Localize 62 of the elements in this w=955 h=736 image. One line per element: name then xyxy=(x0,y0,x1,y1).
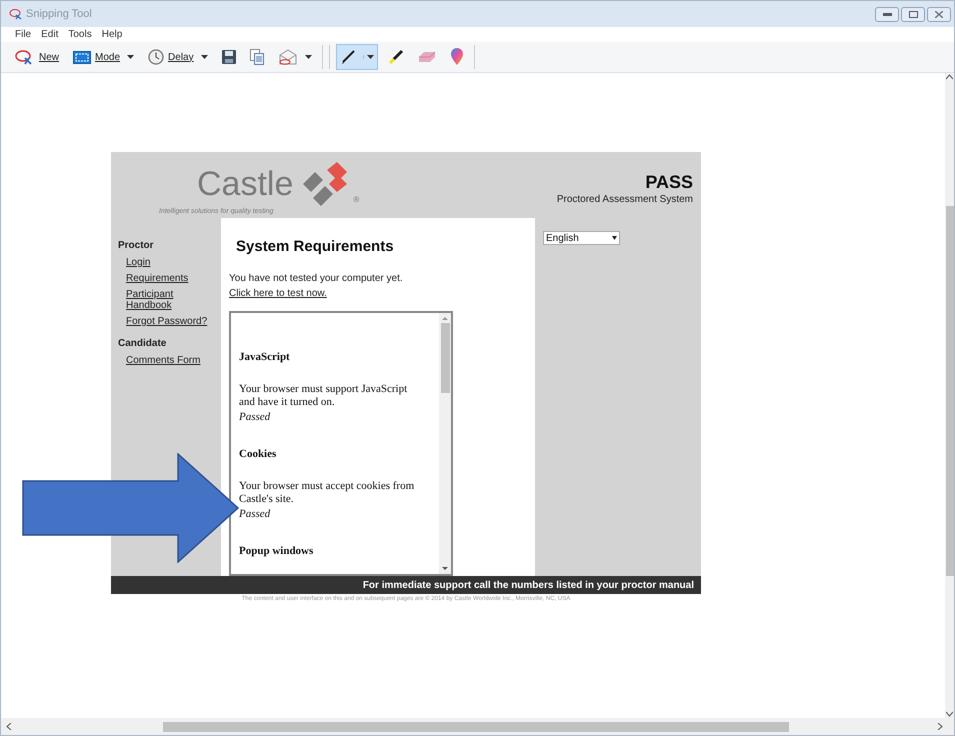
menu-item[interactable]: Tools xyxy=(68,27,92,42)
nav-heading: Proctor xyxy=(118,239,155,253)
page-title: System Requirements xyxy=(236,237,395,257)
logo-wordmark: Castle xyxy=(196,166,294,202)
toolbar-button[interactable]: New xyxy=(11,44,64,70)
scroll-thumb[interactable] xyxy=(440,322,450,392)
nav-heading: Candidate xyxy=(118,337,168,351)
pen-icon xyxy=(340,49,356,65)
caret-icon[interactable] xyxy=(200,55,208,59)
caret-icon[interactable] xyxy=(304,55,312,59)
nav-link[interactable]: Comments Form xyxy=(126,355,216,366)
menu-item[interactable]: Help xyxy=(102,27,122,42)
rectangle-icon xyxy=(73,50,92,64)
support-text: For immediate support call the numbers listed in your proctor manual xyxy=(362,578,694,592)
horizontal-scrollbar[interactable] xyxy=(1,718,954,735)
nav-link[interactable]: Participant Handbook xyxy=(126,289,216,311)
paint-drop-icon xyxy=(450,48,464,66)
scroll-thumb[interactable] xyxy=(946,206,954,576)
scissors-icon xyxy=(9,8,23,20)
maximize-button[interactable] xyxy=(901,6,925,22)
caret-icon[interactable] xyxy=(366,55,374,59)
requirement-result: Passed xyxy=(239,410,272,425)
requirement-text: Your browser must support JavaScript and have it turned on. xyxy=(239,383,408,409)
nav-link[interactable]: Login xyxy=(126,257,216,268)
eraser-icon xyxy=(418,51,436,63)
envelope-icon xyxy=(278,49,298,65)
product-name: PASS xyxy=(645,172,693,192)
menu-item[interactable]: File xyxy=(15,27,32,42)
scroll-down-icon[interactable] xyxy=(946,710,953,718)
caret-icon[interactable] xyxy=(127,55,134,59)
window-title: Snipping Tool xyxy=(26,6,92,22)
clock-icon xyxy=(148,49,164,65)
requirement-heading: Cookies xyxy=(239,446,278,462)
scroll-left-icon[interactable] xyxy=(5,723,13,730)
close-icon xyxy=(935,10,943,18)
minimize-icon xyxy=(882,12,892,16)
toolbar-button[interactable]: Delay xyxy=(144,44,212,70)
scrollbar[interactable] xyxy=(439,312,451,574)
toolbar-button[interactable] xyxy=(336,44,378,70)
language-select[interactable]: English xyxy=(543,231,620,245)
test-link[interactable]: Click here to test now. xyxy=(229,286,327,300)
registered-mark: ® xyxy=(353,194,360,206)
nav-link[interactable]: Requirements xyxy=(126,273,216,284)
minimize-button[interactable] xyxy=(875,6,899,22)
product-subtitle: Proctored Assessment System xyxy=(556,193,693,207)
vertical-scrollbar[interactable] xyxy=(945,73,954,718)
requirement-heading: JavaScript xyxy=(239,350,291,364)
requirement-heading: Popup windows xyxy=(239,544,314,558)
nav-link[interactable]: Forgot Password? xyxy=(126,316,216,327)
caret-icon xyxy=(612,236,617,240)
toolbar-button[interactable]: Mode xyxy=(69,44,138,70)
menu-item[interactable]: Edit xyxy=(41,27,58,42)
close-button[interactable] xyxy=(927,6,951,22)
status-text: You have not tested your computer yet. xyxy=(229,272,404,286)
scroll-up-icon[interactable] xyxy=(946,73,953,81)
scroll-thumb[interactable] xyxy=(163,722,789,732)
requirement-text: Your browser must accept cookies from Castle's site. xyxy=(239,480,416,506)
highlighter-icon xyxy=(388,49,404,65)
copy-icon xyxy=(250,49,264,65)
scroll-right-icon[interactable] xyxy=(936,723,944,730)
maximize-icon xyxy=(908,10,918,18)
requirement-result: Passed xyxy=(239,507,272,522)
